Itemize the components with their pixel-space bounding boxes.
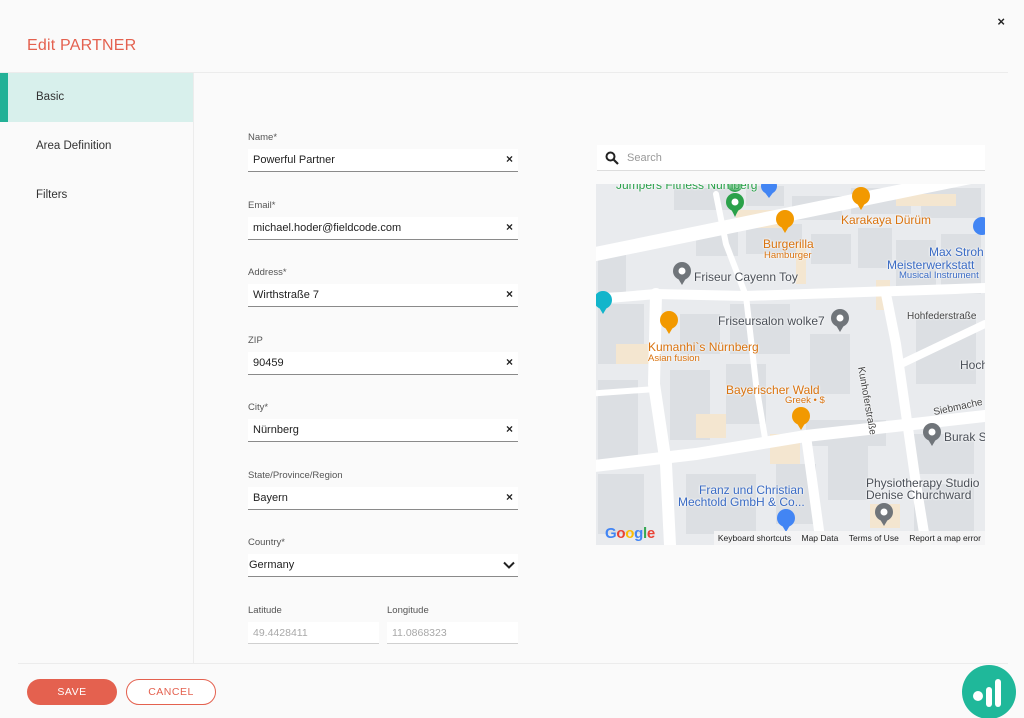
country-select[interactable]: Germany bbox=[248, 554, 518, 577]
map-attribution-bar: Google Keyboard shortcuts Map Data Terms… bbox=[596, 525, 985, 545]
clear-icon[interactable]: × bbox=[506, 220, 513, 234]
brand-logo-icon bbox=[973, 679, 1001, 707]
address-input[interactable]: Wirthstraße 7 × bbox=[248, 284, 518, 307]
partner-form: Name* Powerful Partner × Email* michael.… bbox=[248, 125, 518, 598]
latitude-input: 49.4428411 bbox=[248, 622, 379, 644]
sidebar-item-area-definition[interactable]: Area Definition bbox=[0, 122, 193, 171]
latitude-label: Latitude bbox=[248, 605, 282, 616]
name-label: Name* bbox=[248, 132, 278, 143]
page-title: Edit PARTNER bbox=[27, 37, 137, 54]
map-footer-links: Keyboard shortcuts Map Data Terms of Use… bbox=[713, 531, 985, 545]
state-field-group: State/Province/Region Bayern × bbox=[248, 463, 518, 531]
email-label: Email* bbox=[248, 199, 276, 211]
report-map-error-link[interactable]: Report a map error bbox=[909, 533, 981, 543]
name-value: Powerful Partner bbox=[253, 154, 335, 166]
google-logo: Google bbox=[605, 525, 655, 542]
state-input[interactable]: Bayern × bbox=[248, 486, 518, 510]
map-label-kumanhi: Kumanhi`s Nürnberg bbox=[648, 340, 759, 354]
map-label-friseur-cayenn: Friseur Cayenn Toy bbox=[694, 270, 798, 284]
zip-value: 90459 bbox=[253, 356, 284, 369]
keyboard-shortcuts-link[interactable]: Keyboard shortcuts bbox=[718, 533, 791, 543]
name-input[interactable]: Powerful Partner × bbox=[248, 149, 518, 172]
map-label-max-stroh: Max Stroh bbox=[929, 245, 984, 259]
footer-divider bbox=[18, 663, 1008, 664]
email-value: michael.hoder@fieldcode.com bbox=[253, 221, 402, 234]
longitude-value: 11.0868323 bbox=[392, 627, 447, 639]
sidebar: Basic Area Definition Filters bbox=[0, 73, 194, 663]
map-label-bayerischer-sub: Greek • $ bbox=[785, 395, 825, 406]
search-icon bbox=[605, 151, 619, 165]
country-label: Country* bbox=[248, 537, 285, 548]
close-icon[interactable]: × bbox=[997, 14, 1005, 29]
clear-icon[interactable]: × bbox=[506, 422, 513, 436]
name-field-group: Name* Powerful Partner × bbox=[248, 125, 518, 193]
terms-of-use-link[interactable]: Terms of Use bbox=[849, 533, 899, 543]
map-label-franz-2: Mechtold GmbH & Co... bbox=[678, 495, 805, 509]
map-label-karakaya: Karakaya Dürüm bbox=[841, 213, 932, 227]
map-street-hohfeder: Hohfederstraße bbox=[907, 311, 977, 322]
city-value: Nürnberg bbox=[253, 424, 299, 436]
map-label-burgerilla-sub: Hamburger bbox=[764, 250, 812, 261]
map-label-physio-2: Denise Churchward bbox=[866, 488, 972, 502]
zip-label: ZIP bbox=[248, 334, 263, 346]
address-value: Wirthstraße 7 bbox=[253, 289, 320, 301]
brand-logo-button[interactable] bbox=[962, 665, 1016, 718]
city-field-group: City* Nürnberg × bbox=[248, 395, 518, 463]
coordinates-row: Latitude 49.4428411 Longitude 11.0868323 bbox=[248, 603, 518, 645]
search-placeholder: Search bbox=[627, 152, 662, 164]
city-input[interactable]: Nürnberg × bbox=[248, 419, 518, 442]
state-value: Bayern bbox=[253, 491, 288, 504]
address-field-group: Address* Wirthstraße 7 × bbox=[248, 260, 518, 328]
clear-icon[interactable]: × bbox=[506, 152, 513, 166]
map-view[interactable]: Jumpers Fitness Nürnberg Karakaya Dürüm … bbox=[596, 184, 985, 545]
country-value: Germany bbox=[249, 559, 295, 571]
map-search-input[interactable]: Search bbox=[597, 145, 985, 171]
address-label: Address* bbox=[248, 267, 287, 278]
map-label-kumanhi-sub: Asian fusion bbox=[648, 353, 700, 364]
city-label: City* bbox=[248, 402, 269, 413]
longitude-input: 11.0868323 bbox=[387, 622, 518, 644]
longitude-label: Longitude bbox=[387, 605, 429, 616]
map-data-link[interactable]: Map Data bbox=[802, 533, 839, 543]
zip-field-group: ZIP 90459 × bbox=[248, 328, 518, 396]
state-label: State/Province/Region bbox=[248, 469, 343, 481]
clear-icon[interactable]: × bbox=[506, 287, 513, 301]
sidebar-item-filters[interactable]: Filters bbox=[0, 171, 193, 220]
chevron-down-icon[interactable] bbox=[502, 558, 516, 572]
sidebar-item-basic[interactable]: Basic bbox=[0, 73, 193, 122]
clear-icon[interactable]: × bbox=[506, 490, 513, 504]
map-label-hoch: Hoch bbox=[960, 358, 985, 372]
email-field-group: Email* michael.hoder@fieldcode.com × bbox=[248, 193, 518, 261]
latitude-value: 49.4428411 bbox=[253, 627, 308, 639]
map-label-friseursalon: Friseursalon wolke7 bbox=[718, 314, 825, 328]
map-label-musical: Musical Instrument bbox=[899, 270, 979, 281]
map-label-burak: Burak S bbox=[944, 430, 985, 444]
zip-input[interactable]: 90459 × bbox=[248, 351, 518, 375]
map-label-jumpers: Jumpers Fitness Nürnberg bbox=[616, 184, 758, 192]
cancel-button[interactable]: CANCEL bbox=[126, 679, 216, 705]
clear-icon[interactable]: × bbox=[506, 355, 513, 369]
email-input[interactable]: michael.hoder@fieldcode.com × bbox=[248, 216, 518, 240]
save-button[interactable]: SAVE bbox=[27, 679, 117, 705]
map-label-burgerilla: Burgerilla bbox=[763, 237, 814, 251]
country-field-group: Country* Germany bbox=[248, 530, 518, 598]
